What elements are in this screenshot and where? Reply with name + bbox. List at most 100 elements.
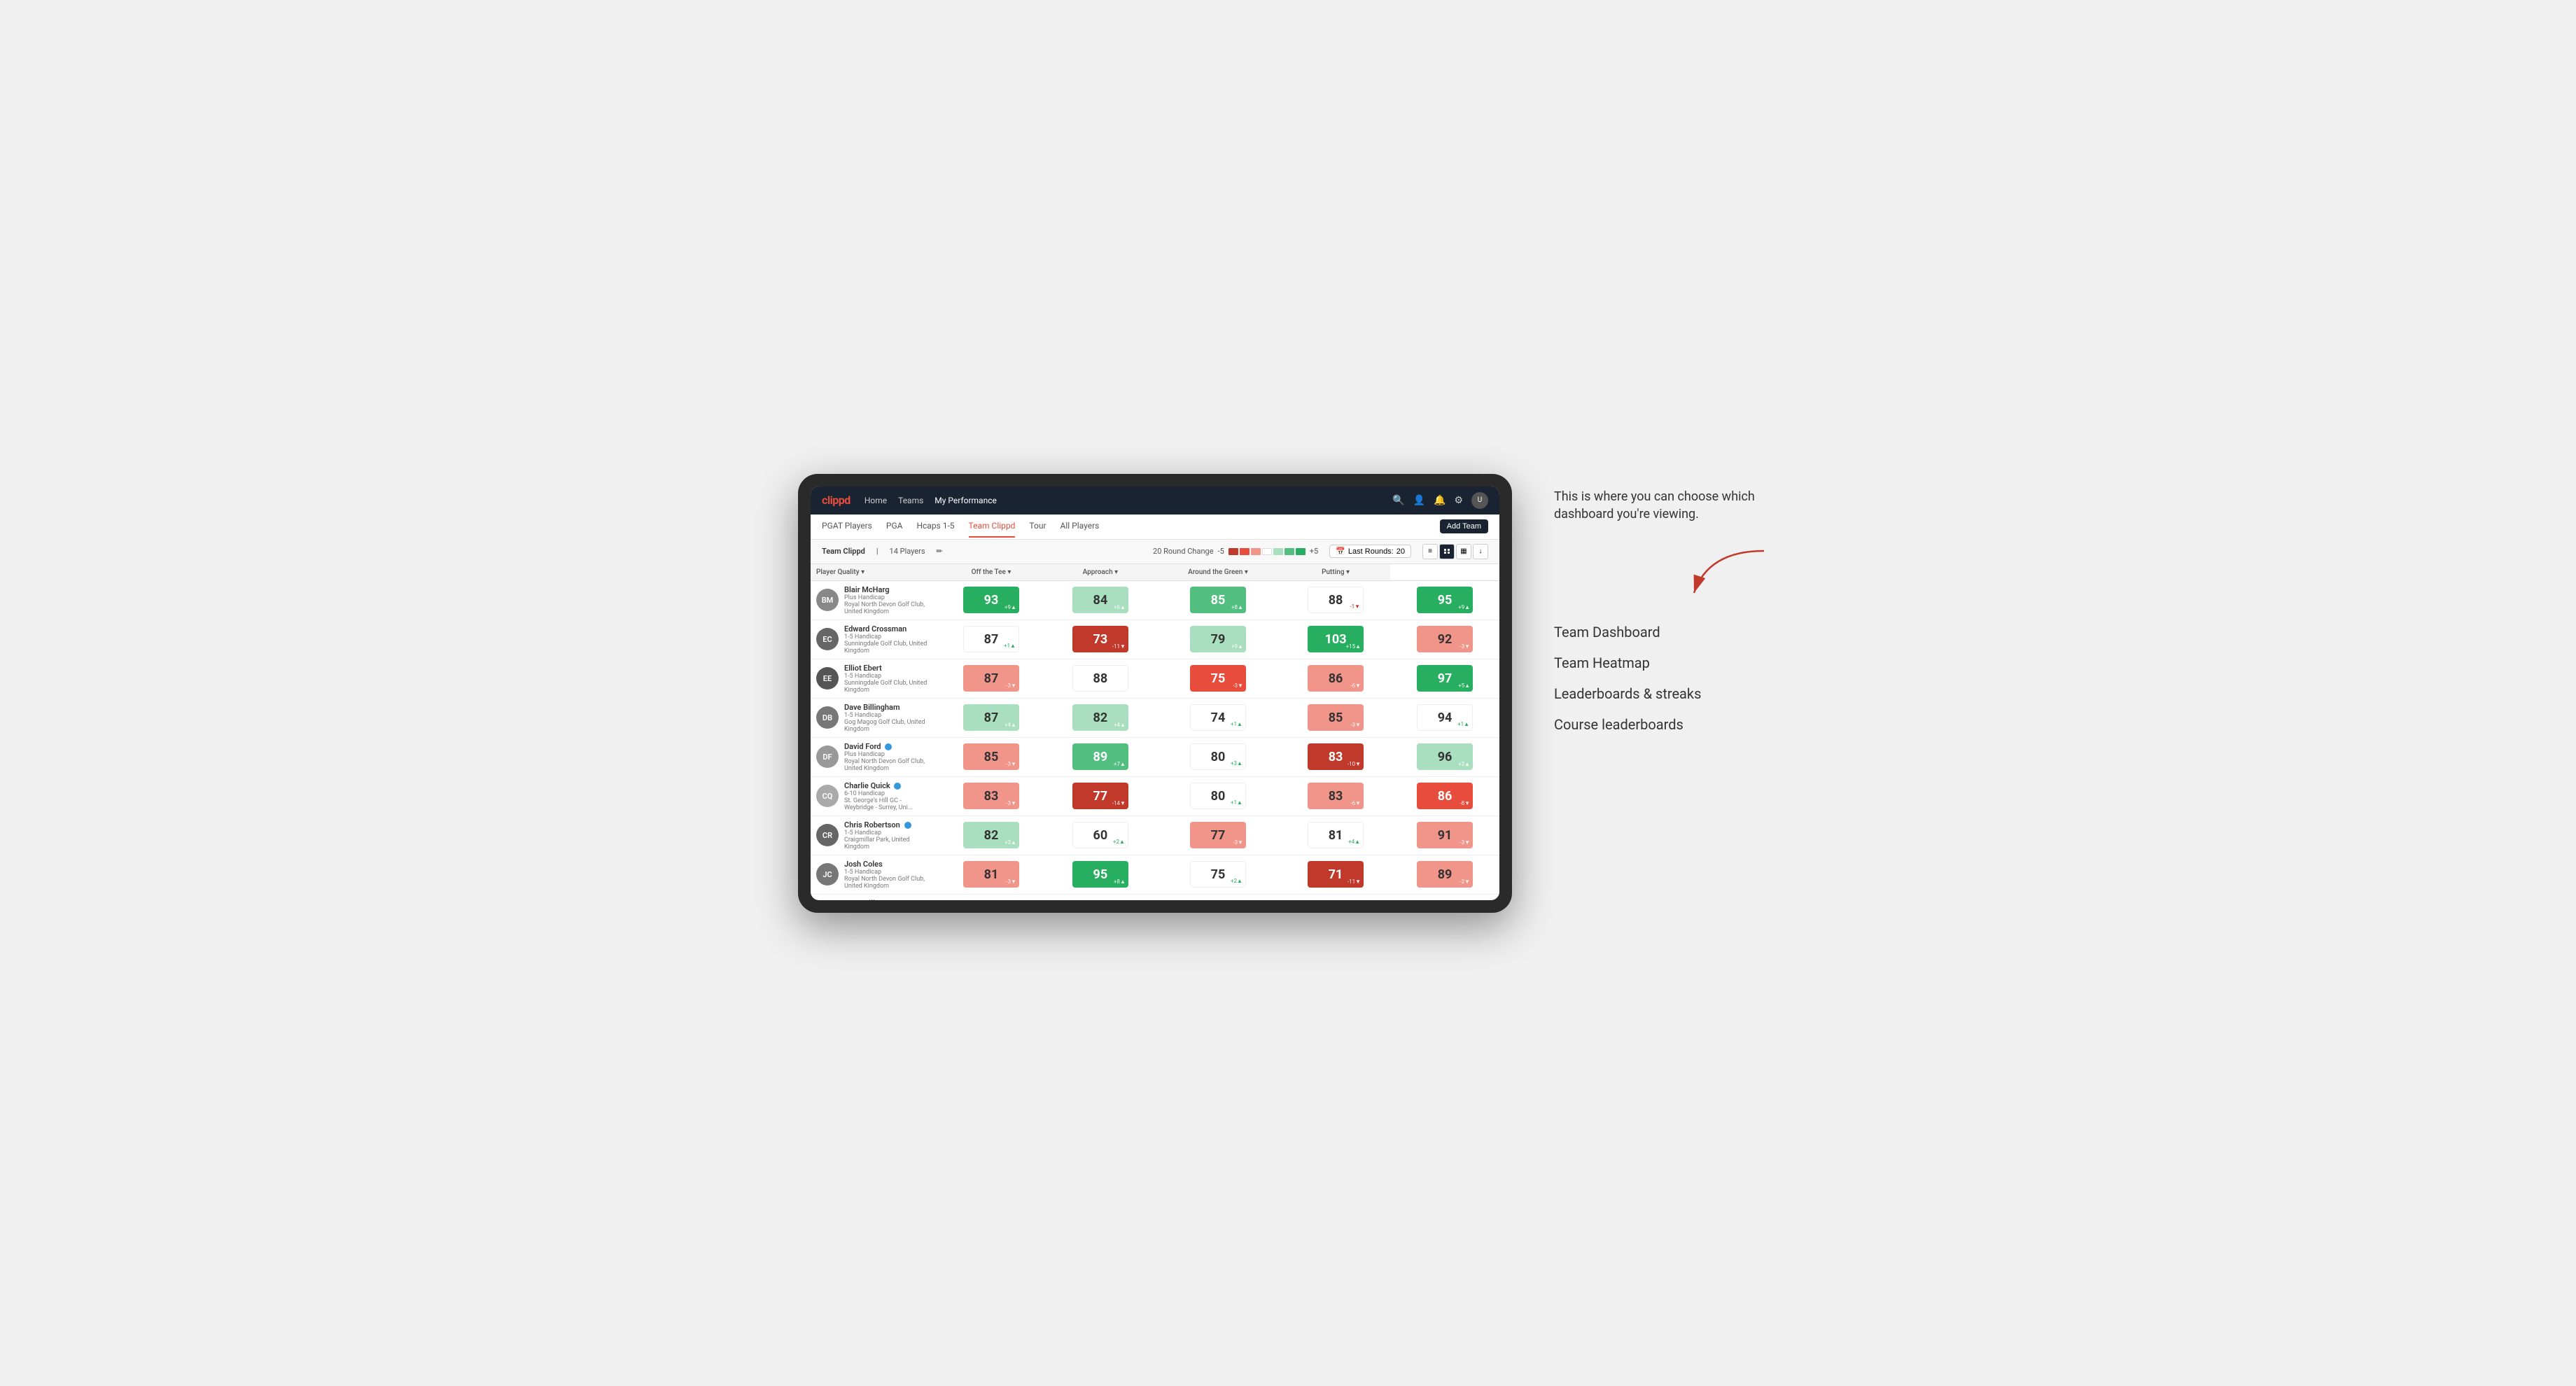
- grid-icon: [1444, 549, 1450, 554]
- settings-icon[interactable]: ⚙: [1454, 495, 1463, 506]
- col-putting[interactable]: Putting ▾: [1281, 564, 1390, 581]
- player-name[interactable]: David Ford: [844, 742, 931, 751]
- subnav-all-players[interactable]: All Players: [1060, 515, 1100, 538]
- view-icons: ≡ ▦ ↓: [1422, 544, 1488, 559]
- last-rounds-button[interactable]: 📅 Last Rounds: 20: [1329, 545, 1411, 558]
- player-cell-3[interactable]: DBDave Billingham1-5 HandicapGog Magog G…: [811, 698, 937, 737]
- player-cell-1[interactable]: ECEdward Crossman1-5 HandicapSunningdale…: [811, 620, 937, 659]
- player-avatar: EC: [816, 628, 839, 650]
- metric-change: -6▼: [1350, 682, 1361, 689]
- metric-number: 77: [1093, 789, 1108, 804]
- subnav-tour[interactable]: Tour: [1029, 515, 1046, 538]
- metric-approach-3: 74+1▲: [1155, 698, 1281, 737]
- metric-change: +8▲: [1114, 878, 1126, 885]
- metric-value-around-green: 83-6▼: [1308, 783, 1364, 809]
- player-cell-4[interactable]: DFDavid Ford Plus HandicapRoyal North De…: [811, 737, 937, 776]
- player-name[interactable]: Charlie Quick: [844, 781, 931, 790]
- metric-value-quality: 87+4▲: [963, 704, 1019, 731]
- metric-change: +4▲: [1348, 839, 1360, 845]
- player-club: St. George's Hill GC - Weybridge - Surre…: [844, 797, 931, 811]
- add-team-button[interactable]: Add Team: [1440, 519, 1488, 533]
- player-cell-7[interactable]: JCJosh Coles1-5 HandicapRoyal North Devo…: [811, 855, 937, 894]
- metric-number: 87: [984, 632, 999, 647]
- grid-view-button[interactable]: [1439, 544, 1455, 559]
- player-info-container: JCJosh Coles1-5 HandicapRoyal North Devo…: [811, 855, 937, 894]
- heatmap-view-button[interactable]: ▦: [1456, 544, 1471, 559]
- pipe-divider: |: [876, 547, 878, 556]
- option-leaderboards[interactable]: Leaderboards & streaks: [1554, 685, 1778, 702]
- player-handicap: Plus Handicap: [844, 751, 931, 758]
- metric-around-green-3: 85-3▼: [1281, 698, 1390, 737]
- metric-number: 96: [1438, 750, 1452, 764]
- player-name[interactable]: Elliot Ebert: [844, 664, 931, 673]
- metric-quality-2: 87-3▼: [937, 659, 1046, 698]
- metric-value-around-green: 71-11▼: [1308, 861, 1364, 888]
- metric-change: -8▼: [1460, 800, 1470, 806]
- player-club: Sunningdale Golf Club, United Kingdom: [844, 680, 931, 694]
- player-name[interactable]: Edward Crossman: [844, 624, 931, 634]
- player-club: Royal North Devon Golf Club, United King…: [844, 601, 931, 615]
- nav-my-performance[interactable]: My Performance: [934, 493, 997, 508]
- player-avatar: DF: [816, 746, 839, 768]
- table-row: EEElliot Ebert1-5 HandicapSunningdale Go…: [811, 659, 1499, 698]
- metric-value-putting: 97+5▲: [1417, 665, 1473, 692]
- player-name[interactable]: Dave Billingham: [844, 703, 931, 712]
- table-row: JCJosh Coles1-5 HandicapRoyal North Devo…: [811, 855, 1499, 894]
- metric-around-green-4: 83-10▼: [1281, 737, 1390, 776]
- player-cell-0[interactable]: BMBlair McHargPlus HandicapRoyal North D…: [811, 580, 937, 620]
- metric-number: 80: [1211, 750, 1226, 764]
- metric-change: +2▲: [1113, 839, 1125, 845]
- metric-number: 83: [1329, 750, 1343, 764]
- subnav-pgat[interactable]: PGAT Players: [822, 515, 872, 538]
- metric-change: +8▲: [1231, 604, 1243, 610]
- bell-icon[interactable]: 🔔: [1434, 495, 1446, 506]
- user-icon[interactable]: 👤: [1413, 495, 1425, 506]
- option-team-dashboard[interactable]: Team Dashboard: [1554, 624, 1778, 640]
- option-course-leaderboards[interactable]: Course leaderboards: [1554, 716, 1778, 733]
- subnav-pga[interactable]: PGA: [886, 515, 903, 538]
- metric-around-green-6: 81 +4▲: [1281, 816, 1390, 855]
- col-approach[interactable]: Approach ▾: [1046, 564, 1155, 581]
- nav-teams[interactable]: Teams: [898, 493, 923, 508]
- player-info-container: CRChris Robertson 1-5 HandicapCraigmilla…: [811, 816, 937, 855]
- metric-number: 81: [1329, 828, 1343, 843]
- player-name[interactable]: Chris Robertson: [844, 820, 931, 830]
- metric-approach-5: 80+1▲: [1155, 776, 1281, 816]
- option-team-heatmap[interactable]: Team Heatmap: [1554, 654, 1778, 671]
- metric-value-around-green: 88-1▼: [1308, 587, 1364, 613]
- col-around-green[interactable]: Around the Green ▾: [1155, 564, 1281, 581]
- player-cell-6[interactable]: CRChris Robertson 1-5 HandicapCraigmilla…: [811, 816, 937, 855]
- download-button[interactable]: ↓: [1473, 544, 1488, 559]
- metric-off-tee-4: 89+7▲: [1046, 737, 1155, 776]
- list-view-button[interactable]: ≡: [1422, 544, 1438, 559]
- player-name[interactable]: Blair McHarg: [844, 585, 931, 594]
- nav-home[interactable]: Home: [864, 493, 887, 508]
- metric-number: 93: [984, 593, 999, 608]
- metric-change: +5▲: [1458, 682, 1470, 689]
- player-name[interactable]: Matt Miller: [844, 899, 931, 900]
- metric-number: 71: [1329, 867, 1343, 882]
- player-cell-2[interactable]: EEElliot Ebert1-5 HandicapSunningdale Go…: [811, 659, 937, 698]
- table-container[interactable]: Player Quality ▾ Off the Tee ▾ Approach …: [811, 564, 1499, 900]
- player-info: Blair McHargPlus HandicapRoyal North Dev…: [844, 585, 931, 615]
- metric-putting-1: 92-3▼: [1390, 620, 1499, 659]
- player-cell-5[interactable]: CQCharlie Quick 6-10 HandicapSt. George'…: [811, 776, 937, 816]
- subnav-hcaps[interactable]: Hcaps 1-5: [916, 515, 954, 538]
- metric-around-green-0: 88-1▼: [1281, 580, 1390, 620]
- player-handicap: 1-5 Handicap: [844, 712, 931, 719]
- player-name[interactable]: Josh Coles: [844, 860, 931, 869]
- metric-value-putting: 96+3▲: [1417, 743, 1473, 770]
- subnav-team-clippd[interactable]: Team Clippd: [969, 515, 1016, 538]
- search-icon[interactable]: 🔍: [1392, 495, 1404, 506]
- col-off-tee[interactable]: Off the Tee ▾: [937, 564, 1046, 581]
- user-avatar[interactable]: U: [1471, 492, 1488, 509]
- player-cell-8[interactable]: MMMatt Miller6-10 HandicapWoburn Golf Cl…: [811, 894, 937, 900]
- metric-quality-0: 93+9▲: [937, 580, 1046, 620]
- col-player[interactable]: Player Quality ▾: [811, 564, 937, 581]
- player-info: Josh Coles1-5 HandicapRoyal North Devon …: [844, 860, 931, 890]
- player-info: Charlie Quick 6-10 HandicapSt. George's …: [844, 781, 931, 811]
- metric-change: -3▼: [1460, 839, 1470, 846]
- annotation-arrow: [1687, 544, 1771, 600]
- edit-icon[interactable]: ✏: [937, 547, 943, 556]
- team-name-label: Team Clippd: [822, 547, 865, 556]
